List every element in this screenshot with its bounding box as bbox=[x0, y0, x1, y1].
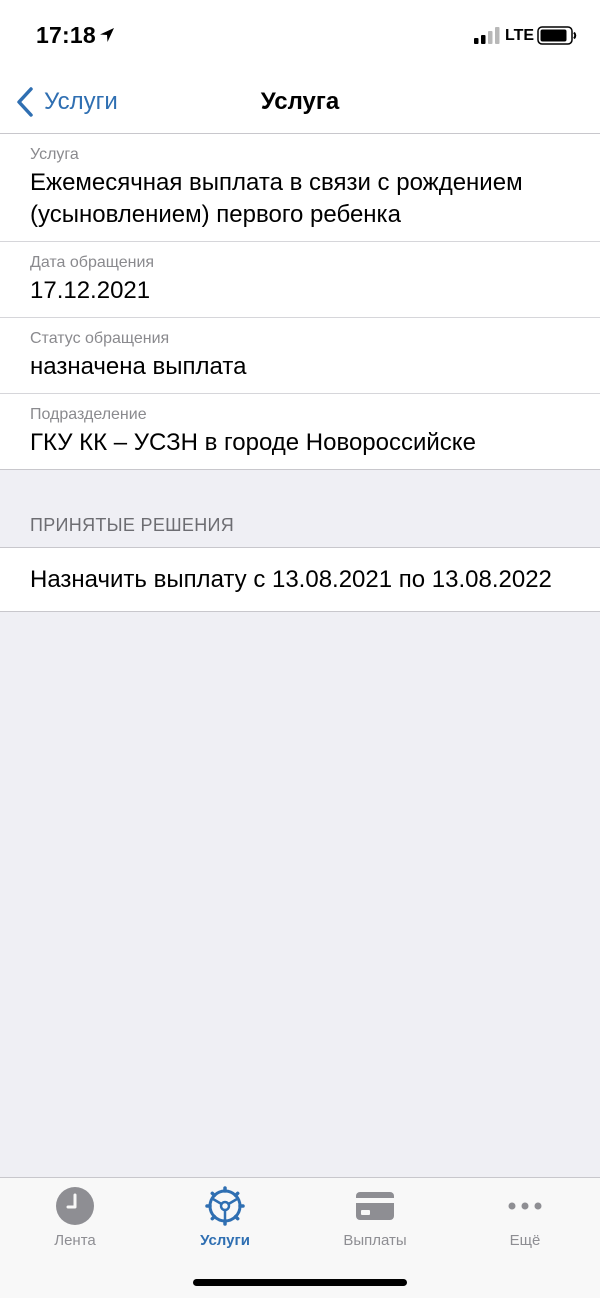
field-request-status: Статус обращения назначена выплата bbox=[0, 318, 600, 394]
page-title: Услуга bbox=[260, 88, 340, 115]
clock-icon bbox=[56, 1187, 94, 1225]
status-bar: 17:18 LTE bbox=[0, 0, 600, 70]
field-service: Услуга Ежемесячная выплата в связи с рож… bbox=[0, 134, 600, 242]
tab-more[interactable]: Ещё bbox=[450, 1186, 600, 1249]
field-value: Ежемесячная выплата в связи с рождением … bbox=[30, 169, 523, 228]
tab-services[interactable]: Услуги bbox=[150, 1186, 300, 1249]
decisions-section-header: ПРИНЯТЫЕ РЕШЕНИЯ bbox=[30, 515, 235, 535]
field-label: Дата обращения bbox=[30, 254, 155, 271]
tab-label: Ещё bbox=[509, 1232, 541, 1249]
network-type: LTE bbox=[505, 27, 535, 44]
more-icon bbox=[508, 1202, 542, 1210]
field-department: Подразделение ГКУ КК – УСЗН в городе Нов… bbox=[0, 394, 600, 470]
card-icon bbox=[356, 1192, 394, 1220]
battery-icon bbox=[537, 26, 577, 45]
status-time: 17:18 bbox=[36, 22, 96, 48]
tab-feed[interactable]: Лента bbox=[0, 1186, 150, 1249]
services-wheel-icon bbox=[205, 1186, 245, 1226]
tab-label: Лента bbox=[54, 1232, 96, 1249]
field-value: назначена выплата bbox=[30, 353, 247, 380]
field-value: ГКУ КК – УСЗН в городе Новороссийске bbox=[30, 429, 476, 456]
location-arrow-icon bbox=[100, 28, 114, 42]
cellular-signal-icon bbox=[474, 27, 500, 44]
decisions-list: Назначить выплату с 13.08.2021 по 13.08.… bbox=[0, 547, 600, 612]
field-label: Статус обращения bbox=[30, 330, 170, 347]
field-label: Услуга bbox=[30, 146, 79, 163]
tab-payments[interactable]: Выплаты bbox=[300, 1186, 450, 1249]
navigation-bar: Услуги Услуга bbox=[0, 70, 600, 134]
home-indicator[interactable] bbox=[193, 1279, 407, 1286]
field-label: Подразделение bbox=[30, 406, 147, 423]
service-details: Услуга Ежемесячная выплата в связи с рож… bbox=[0, 134, 600, 470]
tab-label: Услуги bbox=[200, 1232, 250, 1249]
tab-label: Выплаты bbox=[343, 1232, 407, 1249]
field-value: 17.12.2021 bbox=[30, 277, 151, 304]
field-request-date: Дата обращения 17.12.2021 bbox=[0, 242, 600, 318]
list-item[interactable]: Назначить выплату с 13.08.2021 по 13.08.… bbox=[0, 548, 600, 611]
